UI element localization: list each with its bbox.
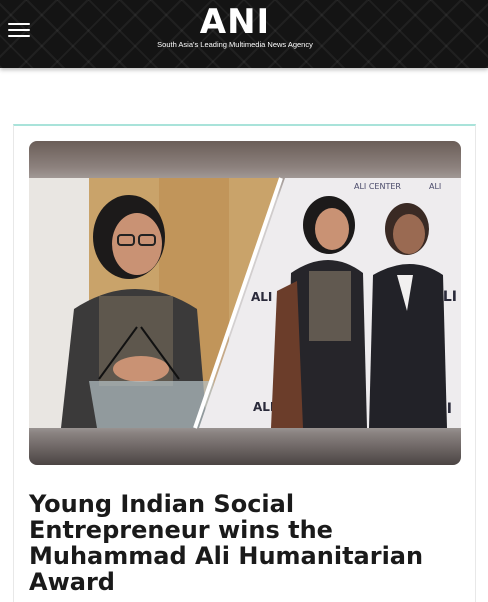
site-logo[interactable]: ANI South Asia's Leading Multimedia News…: [150, 3, 320, 53]
svg-text:ALI: ALI: [429, 182, 441, 191]
site-header: ANI South Asia's Leading Multimedia News…: [0, 0, 488, 68]
article-headline[interactable]: Young Indian Social Entrepreneur wins th…: [29, 491, 469, 595]
article-image[interactable]: ALI CENTER ALI ALI ALI ALI ALI: [29, 141, 461, 465]
svg-text:ALI: ALI: [251, 290, 272, 304]
hamburger-menu-icon[interactable]: [8, 20, 32, 40]
svg-text:ALI: ALI: [253, 400, 274, 414]
logo-tagline: South Asia's Leading Multimedia News Age…: [157, 40, 313, 49]
logo-text: ANI: [199, 2, 271, 42]
svg-text:ALI CENTER: ALI CENTER: [354, 182, 401, 191]
